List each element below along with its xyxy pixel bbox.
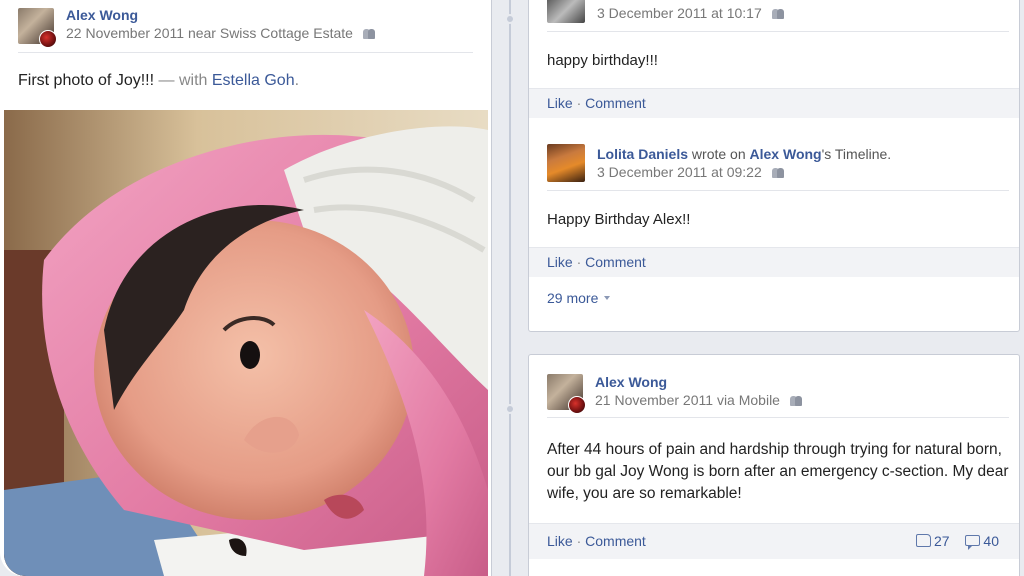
status-text: After 44 hours of pain and hardship thro…	[547, 441, 1009, 502]
location-link[interactable]: Swiss Cottage Estate	[220, 25, 353, 41]
caption: First photo of Joy!!!	[18, 72, 155, 89]
author-name-link[interactable]: Alex Wong	[595, 374, 667, 390]
wrote-on-text: wrote on	[691, 146, 746, 162]
post-date-link[interactable]: 22 November 2011	[66, 25, 184, 41]
wall-post-header: Lolita Daniels wrote on Alex Wong's Time…	[597, 146, 891, 162]
commenter-avatar[interactable]	[547, 0, 585, 23]
commenter-avatar[interactable]	[547, 144, 585, 182]
newborn-photo-illustration	[4, 110, 488, 576]
timeline-dot	[505, 14, 515, 24]
timeline-spine	[509, 0, 511, 576]
divider	[547, 417, 1009, 418]
post-date-link[interactable]: 21 November 2011	[595, 392, 713, 408]
via-mobile: via Mobile	[716, 392, 780, 408]
friends-privacy-icon[interactable]	[771, 8, 785, 19]
comment-text: happy birthday!!!	[547, 52, 658, 69]
post-text: First photo of Joy!!! — with Estella Goh…	[18, 72, 299, 90]
status-post-card: Alex Wong 21 November 2011 via Mobile Af…	[528, 354, 1020, 576]
comment-icon	[965, 535, 981, 550]
like-count-link[interactable]: 27	[915, 533, 950, 549]
like-count: 27	[933, 533, 950, 549]
timeline-owner-link[interactable]: Alex Wong	[750, 146, 822, 162]
divider	[18, 52, 473, 53]
location-prefix: near	[187, 25, 216, 41]
comment-timestamp-link[interactable]: 3 December 2011 at 10:17	[597, 5, 762, 21]
like-link[interactable]: Like	[547, 95, 573, 111]
friends-privacy-icon[interactable]	[789, 395, 803, 406]
divider	[547, 31, 1009, 32]
comment-timestamp-link[interactable]: 3 December 2011 at 09:22	[597, 164, 762, 180]
comment-timestamp: 3 December 2011 at 09:22	[597, 164, 785, 180]
tagged-person-link[interactable]: Estella Goh	[212, 72, 295, 89]
separator: ·	[576, 95, 582, 111]
like-icon	[915, 534, 931, 547]
photo-post: Alex Wong 22 November 2011 near Swiss Co…	[0, 0, 492, 576]
like-link[interactable]: Like	[547, 254, 573, 270]
author-avatar[interactable]	[547, 374, 586, 414]
avatar-badge	[39, 30, 57, 48]
timeline-suffix: 's Timeline.	[821, 146, 892, 162]
comment-text: Happy Birthday Alex!!	[547, 211, 691, 228]
comment-action-bar: Like · Comment	[529, 247, 1019, 277]
timeline-dot	[505, 404, 515, 414]
separator: ·	[576, 533, 582, 549]
comment-timestamp: 3 December 2011 at 10:17	[597, 5, 785, 21]
post-photo[interactable]	[4, 110, 488, 576]
engagement-counts: 27 40	[915, 524, 999, 558]
comment-count-link[interactable]: 40	[953, 533, 999, 550]
comment-link[interactable]: Comment	[585, 533, 646, 549]
avatar-badge	[568, 396, 586, 414]
post-meta: 22 November 2011 near Swiss Cottage Esta…	[66, 25, 376, 41]
post-action-bar: Like · Comment 27 40	[529, 523, 1019, 559]
with-prefix: — with	[158, 72, 208, 89]
more-label: 29 more	[547, 290, 599, 306]
more-posts-link[interactable]: 29 more	[547, 290, 611, 306]
comment-count: 40	[983, 533, 999, 549]
separator: ·	[576, 254, 582, 270]
author-name-link[interactable]: Alex Wong	[66, 7, 138, 23]
author-avatar[interactable]	[18, 8, 57, 48]
comment-link[interactable]: Comment	[585, 254, 646, 270]
tagged-suffix: .	[294, 72, 300, 89]
comment-link[interactable]: Comment	[585, 95, 646, 111]
dropdown-caret-icon	[604, 296, 611, 300]
friends-privacy-icon[interactable]	[362, 28, 376, 39]
commenter-name-link[interactable]: Lolita Daniels	[597, 146, 688, 162]
comments-card: 3 December 2011 at 10:17 happy birthday!…	[528, 0, 1020, 332]
comment-action-bar: Like · Comment	[529, 88, 1019, 118]
post-meta: 21 November 2011 via Mobile	[595, 392, 803, 408]
friends-privacy-icon[interactable]	[771, 167, 785, 178]
divider	[547, 190, 1009, 191]
like-link[interactable]: Like	[547, 533, 573, 549]
